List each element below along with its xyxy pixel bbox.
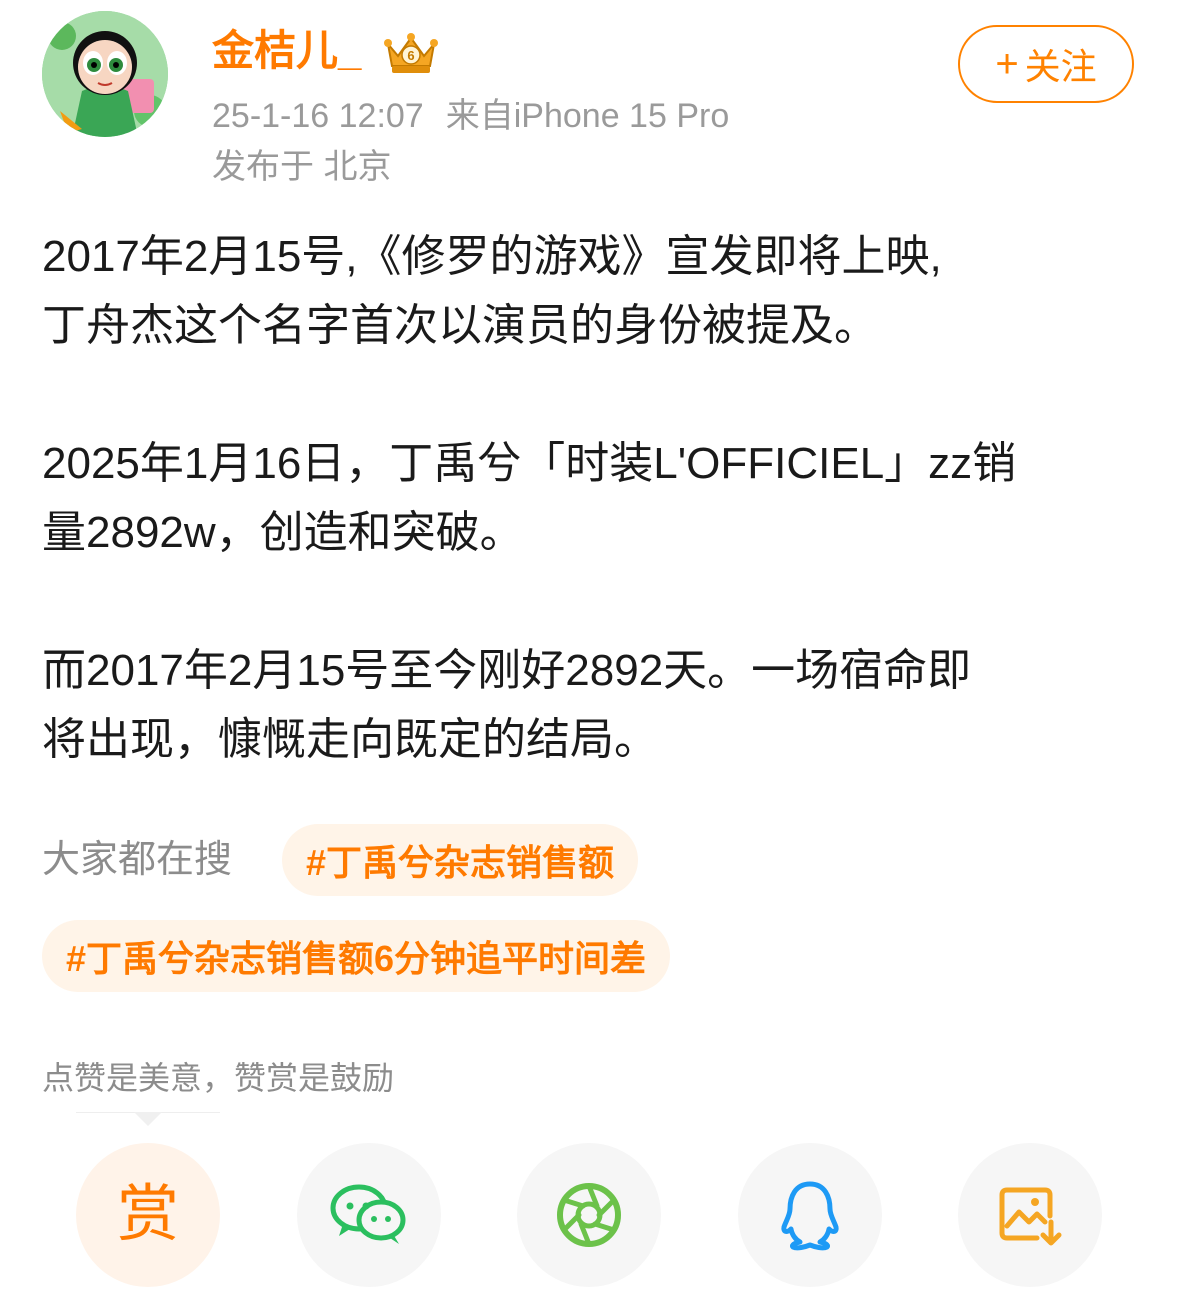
vip-crown-icon[interactable]: 6 [382,30,440,76]
reward-button[interactable]: 赏 [76,1143,220,1287]
qq-icon [781,1181,839,1251]
post-source: 来自iPhone 15 Pro [445,97,730,135]
plus-icon: + [995,41,1019,86]
username[interactable]: 金桔儿_ [212,26,361,76]
post-line: 量2892w，创造和突破。 [42,508,524,557]
post-line: 而2017年2月15号至今刚好2892天。一场宿命即 [42,646,972,695]
avatar[interactable] [42,11,168,137]
post-line: 2025年1月16日，丁禹兮「时装L'OFFICIEL」zz销 [42,439,1017,488]
trending-search-label: 大家都在搜 [42,839,233,881]
wechat-icon [330,1184,406,1244]
post-timestamp: 25-1-16 12:07 [212,97,424,135]
post-line: 丁舟杰这个名字首次以演员的身份被提及。 [42,301,878,350]
save-image-button[interactable] [958,1143,1102,1287]
badge-level: 6 [407,48,414,63]
follow-label: 关注 [1024,46,1097,87]
avatar-image [42,11,168,137]
post-body: 2017年2月15号,《修罗的游戏》宣发即将上映, 丁舟杰这个名字首次以演员的身… [42,222,1142,774]
post-line: 2017年2月15号,《修罗的游戏》宣发即将上映, [42,232,942,281]
share-wechat-button[interactable] [297,1143,441,1287]
share-qq-button[interactable] [738,1143,882,1287]
post-line: 将出现，慷慨走向既定的结局。 [42,715,658,764]
post-meta: 25-1-16 12:07 来自iPhone 15 Pro [212,94,729,138]
reward-hint: 点赞是美意，赞赏是鼓励 [42,1060,395,1096]
save-image-icon [999,1187,1062,1246]
trending-tag[interactable]: #丁禹兮杂志销售额 [282,824,639,896]
share-moments-button[interactable] [517,1143,661,1287]
trending-tag[interactable]: #丁禹兮杂志销售额6分钟追平时间差 [42,920,671,992]
tooltip-arrow [134,1112,162,1126]
follow-button[interactable]: + 关注 [958,25,1134,103]
reward-icon: 赏 [116,1180,179,1249]
post-location: 发布于 北京 [212,148,392,186]
moments-icon [557,1183,621,1247]
